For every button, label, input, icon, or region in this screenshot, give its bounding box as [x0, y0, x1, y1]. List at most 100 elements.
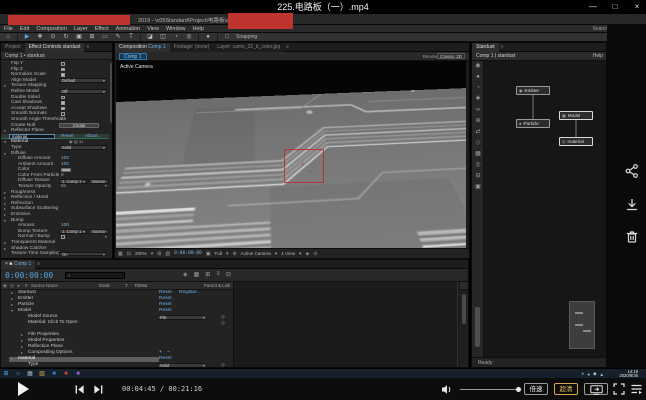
view-layout-select[interactable]: 1 View: [281, 251, 295, 256]
renderer-value[interactable]: Classic 3D: [437, 53, 465, 59]
col-trkmat[interactable]: TrkMat: [134, 282, 148, 290]
col-mode[interactable]: Mode: [99, 282, 110, 290]
create-null-button[interactable]: Create: [59, 123, 99, 128]
sd-minimap[interactable]: [569, 301, 595, 349]
ring-tool-icon[interactable]: ◎: [472, 160, 484, 171]
emitter-tool-icon[interactable]: ◉: [472, 61, 484, 72]
app-purple-icon[interactable]: ■: [72, 369, 84, 379]
zoom-level[interactable]: 200%: [135, 251, 147, 256]
speed-button[interactable]: 倍速: [524, 383, 548, 395]
checkbox[interactable]: [61, 107, 65, 111]
menu-file[interactable]: File: [4, 25, 13, 33]
playlist-icon[interactable]: [631, 384, 642, 394]
menu-layer[interactable]: Layer: [74, 25, 88, 33]
grid-tool-icon[interactable]: ▦: [472, 149, 484, 160]
file-explorer-icon[interactable]: ▨: [36, 369, 48, 379]
menu-help[interactable]: Help: [193, 25, 204, 33]
checkbox[interactable]: [61, 73, 65, 77]
node-material[interactable]: ◎material: [559, 137, 593, 146]
path-tool-icon[interactable]: ∞: [472, 105, 484, 116]
fast-previews-icon[interactable]: ⊙: [313, 251, 317, 257]
flowchart-icon[interactable]: ▦: [194, 271, 200, 278]
sd-node-graph[interactable]: ◉Emitter●Particle▦Model◎material: [484, 61, 606, 357]
tab-effect-controls[interactable]: Effect Controls stardust: [25, 43, 85, 52]
tab-project[interactable]: Project: [1, 43, 25, 52]
color-swatch[interactable]: [61, 168, 71, 172]
sphere-tool-icon[interactable]: ◔: [472, 83, 484, 94]
volume-slider-handle[interactable]: [516, 387, 521, 392]
timeline-timecode[interactable]: 0:00:00:00: [5, 271, 53, 280]
checkbox[interactable]: [61, 235, 65, 239]
comp-timecode[interactable]: 0:00:00:00: [174, 251, 202, 256]
view-select[interactable]: Active Camera: [241, 251, 271, 256]
panel-menu-icon[interactable]: ≡: [286, 44, 289, 50]
dropdown[interactable]: On▾: [59, 252, 107, 257]
trash-icon[interactable]: [624, 229, 640, 245]
previous-icon[interactable]: [74, 384, 85, 395]
ec-scrollbar[interactable]: [110, 63, 113, 123]
sd-help-link[interactable]: Help: [593, 52, 603, 61]
menu-effect[interactable]: Effect: [95, 25, 109, 33]
menu-window[interactable]: Window: [166, 25, 186, 33]
quality-button[interactable]: 超清: [554, 383, 578, 395]
grid-guides-icon[interactable]: ⊞: [157, 251, 161, 257]
node-particle[interactable]: ●Particle: [516, 119, 550, 128]
particle-tool-icon[interactable]: ●: [472, 72, 484, 83]
dropdown[interactable]: Default▾: [59, 78, 107, 83]
close-icon[interactable]: ×: [630, 0, 644, 14]
tab-composition[interactable]: Composition Comp 1: [115, 43, 170, 52]
col-parent-link[interactable]: Parent & Link: [204, 282, 230, 290]
panel-menu-icon[interactable]: ≡: [37, 261, 40, 267]
always-preview-icon[interactable]: ▦: [118, 251, 123, 257]
draft-3d-icon[interactable]: ⊞: [205, 271, 210, 278]
maximize-icon[interactable]: □: [608, 0, 622, 14]
minimize-icon[interactable]: —: [586, 0, 600, 14]
checkbox[interactable]: [61, 68, 65, 72]
snapshot-icon[interactable]: ▣: [206, 251, 211, 257]
ec-row-texture-time-sampling[interactable]: Texture Time SamplingOn▾: [1, 251, 109, 257]
menu-composition[interactable]: Composition: [36, 25, 67, 33]
checkbox[interactable]: [61, 112, 65, 116]
tray-up-arrow-icon[interactable]: ∧: [581, 371, 584, 377]
add-node-icon[interactable]: ✚: [472, 94, 484, 105]
box-tool-icon[interactable]: ▣: [472, 182, 484, 193]
composition-mini-icon[interactable]: ◈: [183, 271, 188, 278]
comp-breadcrumb[interactable]: Comp 1: [119, 53, 147, 60]
field-tool-icon[interactable]: ⊕: [472, 116, 484, 127]
graph-editor-icon[interactable]: ≡: [216, 271, 220, 278]
gear-icon[interactable]: ◎: [221, 362, 225, 367]
sd-scrollbar[interactable]: [475, 307, 480, 347]
next-icon[interactable]: [93, 384, 104, 395]
minus-tool-icon[interactable]: ⊟: [472, 171, 484, 182]
play-icon[interactable]: [16, 381, 30, 397]
volume-icon[interactable]: [441, 384, 453, 395]
swap-tool-icon[interactable]: ⇄: [472, 127, 484, 138]
source-dropdown[interactable]: Source▾: [89, 229, 109, 234]
tab-layer[interactable]: Layer: camo_22_b_color.jpg: [213, 43, 284, 52]
menu-view[interactable]: View: [147, 25, 159, 33]
fullscreen-icon[interactable]: [613, 383, 625, 395]
layer-dropdown[interactable]: 1. Comp 1▾: [59, 179, 87, 184]
viewport-scroll-strip[interactable]: [466, 61, 469, 250]
comp-viewport[interactable]: Active Camera + +: [116, 61, 469, 250]
frame-blend-icon[interactable]: ⊟: [226, 271, 231, 278]
menu-edit[interactable]: Edit: [20, 25, 29, 33]
magnification-icon[interactable]: ⊟: [127, 251, 131, 257]
tray-input-icon[interactable]: ▲: [600, 372, 604, 377]
dropdown[interactable]: File▾: [157, 315, 207, 320]
tl-row-type[interactable]: TypeSolid▾◎: [1, 362, 233, 367]
share-icon[interactable]: [624, 163, 640, 179]
app-blue-icon[interactable]: ■: [48, 369, 60, 379]
timeline-search-input[interactable]: ⌕: [65, 272, 125, 279]
tab-footage[interactable]: Footage: (none): [170, 43, 214, 52]
resolution-select[interactable]: Full: [215, 251, 222, 256]
panel-menu-icon[interactable]: ≡: [501, 44, 504, 50]
source-dropdown[interactable]: Source▾: [89, 179, 109, 184]
col-t[interactable]: T: [125, 282, 128, 290]
tray-volume-icon[interactable]: ◆: [593, 371, 596, 377]
roi-icon[interactable]: ⊕: [232, 251, 236, 257]
tray-network-icon[interactable]: ●: [587, 372, 590, 377]
download-icon[interactable]: [624, 197, 640, 213]
node-model[interactable]: ▦Model: [559, 111, 593, 120]
col-source-name[interactable]: Source Name: [31, 282, 58, 290]
